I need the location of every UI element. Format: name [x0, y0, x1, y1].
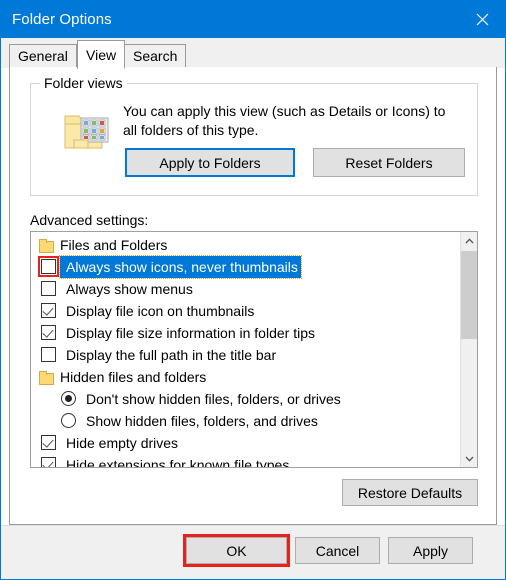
settings-radio[interactable] — [61, 391, 76, 406]
settings-checkbox[interactable] — [41, 259, 56, 274]
advanced-settings-label: Advanced settings: — [30, 212, 149, 228]
settings-checkbox[interactable] — [41, 325, 56, 340]
folder-views-group: Folder views You can apply this view (su… — [30, 75, 478, 196]
chevron-down-icon[interactable] — [461, 450, 477, 467]
window-title: Folder Options — [12, 11, 112, 28]
folder-views-icon — [60, 110, 110, 155]
close-icon[interactable] — [460, 1, 505, 38]
settings-checkbox[interactable] — [41, 457, 56, 467]
settings-row[interactable]: Don't show hidden files, folders, or dri… — [31, 388, 461, 410]
settings-row[interactable]: Always show menus — [31, 278, 461, 300]
title-bar: Folder Options — [1, 1, 505, 38]
tab-search-label: Search — [133, 48, 178, 64]
settings-checkbox[interactable] — [41, 303, 56, 318]
reset-folders-button[interactable]: Reset Folders — [313, 148, 465, 177]
tab-search[interactable]: Search — [124, 44, 187, 68]
apply-to-folders-button[interactable]: Apply to Folders — [125, 148, 295, 177]
settings-row-label: Hide empty drives — [66, 435, 179, 451]
ok-button[interactable]: OK — [186, 537, 287, 564]
settings-row-label: Hidden files and folders — [60, 369, 207, 385]
ok-button-label: OK — [226, 542, 247, 559]
settings-checkbox[interactable] — [41, 281, 56, 296]
chevron-up-icon[interactable] — [461, 232, 477, 249]
view-tab-panel: Folder views You can apply this view (su… — [9, 67, 497, 525]
settings-checkbox[interactable] — [41, 435, 56, 450]
settings-row-label: Show hidden files, folders, and drives — [86, 413, 318, 429]
settings-row-label: Hide extensions for known file types — [66, 457, 290, 468]
folder-icon — [39, 371, 54, 385]
settings-row-label: Always show menus — [66, 281, 193, 297]
settings-row[interactable]: Display file icon on thumbnails — [31, 300, 461, 322]
tab-general-label: General — [18, 48, 68, 64]
settings-row[interactable]: Hide empty drives — [31, 432, 461, 454]
settings-row[interactable]: Display the full path in the title bar — [31, 344, 461, 366]
tab-view-label: View — [86, 46, 117, 63]
dialog-footer: OK Cancel Apply — [1, 525, 505, 579]
folder-icon — [39, 239, 54, 253]
settings-row[interactable]: Hidden files and folders — [31, 366, 461, 388]
folder-views-description: You can apply this view (such as Details… — [123, 103, 446, 138]
apply-to-folders-label: Apply to Folders — [159, 154, 261, 171]
advanced-settings-list: Files and Folders Always show icons, neve… — [31, 232, 461, 467]
settings-row-label: Files and Folders — [60, 237, 168, 253]
settings-row[interactable]: Files and Folders — [31, 234, 461, 256]
folder-views-legend: Folder views — [40, 75, 127, 91]
apply-button-label: Apply — [412, 542, 449, 559]
settings-row-label: Always show icons, never thumbnails — [59, 255, 302, 279]
settings-radio[interactable] — [61, 413, 76, 428]
settings-row[interactable]: Show hidden files, folders, and drives — [31, 410, 461, 432]
cancel-button-label: Cancel — [315, 542, 360, 559]
settings-row[interactable]: Hide extensions for known file types — [31, 454, 461, 468]
scrollbar-thumb[interactable] — [461, 251, 477, 339]
restore-defaults-button[interactable]: Restore Defaults — [342, 479, 478, 506]
settings-row-label: Don't show hidden files, folders, or dri… — [86, 391, 341, 407]
settings-checkbox[interactable] — [41, 347, 56, 362]
settings-row[interactable]: Display file size information in folder … — [31, 322, 461, 344]
restore-defaults-label: Restore Defaults — [357, 484, 463, 501]
apply-button[interactable]: Apply — [388, 537, 473, 564]
settings-row[interactable]: Always show icons, never thumbnails — [31, 255, 461, 279]
settings-row-label: Display file icon on thumbnails — [66, 303, 255, 319]
settings-row-label: Display file size information in folder … — [66, 325, 315, 341]
tab-general[interactable]: General — [9, 44, 77, 68]
tab-view[interactable]: View — [77, 40, 126, 69]
settings-row-label: Display the full path in the title bar — [66, 347, 277, 363]
listbox-scrollbar[interactable] — [460, 232, 477, 467]
tab-strip: General View Search — [1, 38, 505, 69]
reset-folders-label: Reset Folders — [345, 154, 433, 171]
advanced-settings-listbox[interactable]: Files and Folders Always show icons, neve… — [30, 231, 478, 468]
folder-options-dialog: Folder Options General View Search Folde… — [0, 0, 506, 580]
cancel-button[interactable]: Cancel — [295, 537, 380, 564]
